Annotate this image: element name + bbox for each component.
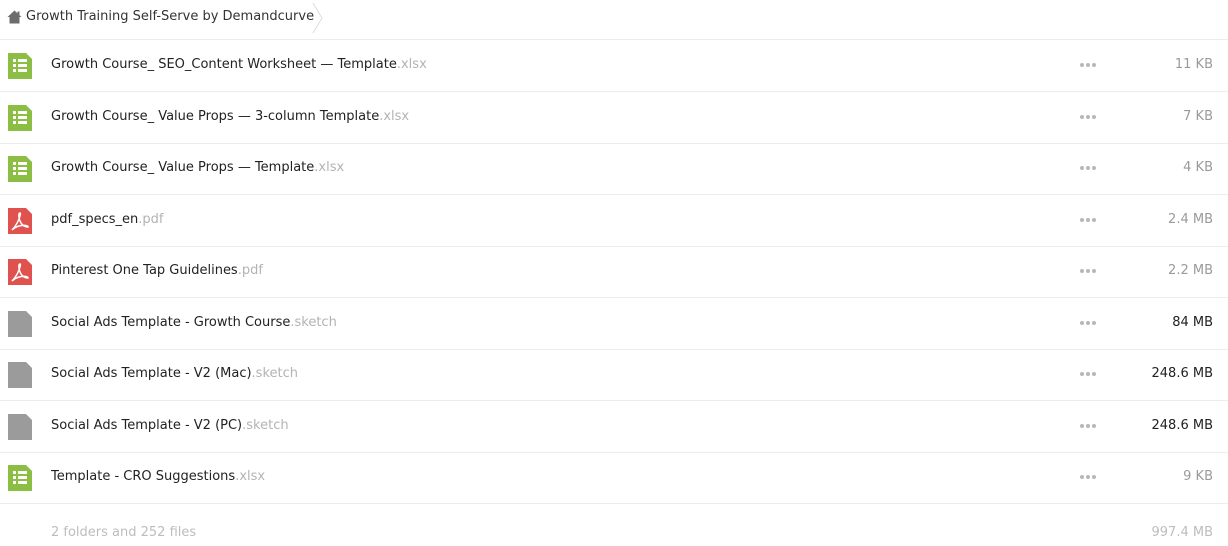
breadcrumb-bar: Growth Training Self-Serve by Demandcurv… <box>0 0 1228 40</box>
file-row[interactable]: Pinterest One Tap Guidelines.pdf 2.2 MB <box>0 246 1228 298</box>
spreadsheet-file-icon <box>8 104 32 131</box>
file-size: 11 KB <box>1174 57 1213 72</box>
file-basename: Pinterest One Tap Guidelines <box>51 263 238 278</box>
more-options-button[interactable] <box>1080 213 1096 227</box>
file-name[interactable]: Social Ads Template - V2 (PC).sketch <box>51 418 289 433</box>
more-options-button[interactable] <box>1080 110 1096 124</box>
file-basename: Growth Course_ Value Props — 3-column Te… <box>51 108 380 124</box>
more-options-button[interactable] <box>1080 470 1096 484</box>
more-options-button[interactable] <box>1080 419 1096 433</box>
breadcrumb-folder-name: Growth Training Self-Serve by Demandcurv… <box>26 9 315 24</box>
file-row[interactable]: Growth Course_ SEO_Content Worksheet — T… <box>0 40 1228 92</box>
generic-file-icon <box>8 310 32 337</box>
file-row[interactable]: Social Ads Template - V2 (Mac).sketch 24… <box>0 349 1228 401</box>
file-size: 248.6 MB <box>1151 417 1213 433</box>
file-extension: .xlsx <box>379 108 410 124</box>
file-basename: pdf_specs_en <box>51 211 139 227</box>
folder-summary: 2 folders and 252 files 997.4 MB <box>0 503 1228 546</box>
file-row[interactable]: Growth Course_ Value Props — 3-column Te… <box>0 92 1228 144</box>
spreadsheet-file-icon <box>8 53 32 79</box>
more-options-button[interactable] <box>1080 316 1096 330</box>
file-count: 2 folders and 252 files <box>51 525 197 540</box>
file-name[interactable]: Growth Course_ SEO_Content Worksheet — T… <box>51 57 427 72</box>
file-name[interactable]: pdf_specs_en.pdf <box>51 212 163 227</box>
file-row[interactable]: pdf_specs_en.pdf 2.4 MB <box>0 195 1228 247</box>
file-extension: .sketch <box>251 366 298 381</box>
file-name[interactable]: Social Ads Template - Growth Course.sket… <box>51 315 337 330</box>
pdf-file-icon <box>8 207 32 234</box>
file-size: 2.2 MB <box>1168 263 1213 278</box>
file-row[interactable]: Social Ads Template - V2 (PC).sketch 248… <box>0 401 1228 453</box>
file-size: 4 KB <box>1183 160 1213 175</box>
chevron-right-icon <box>312 2 323 34</box>
file-extension: .pdf <box>138 211 164 227</box>
generic-file-icon <box>8 413 32 440</box>
file-basename: Social Ads Template - V2 (PC) <box>51 417 243 433</box>
file-name[interactable]: Social Ads Template - V2 (Mac).sketch <box>51 366 298 381</box>
file-basename: Template - CRO Suggestions <box>51 469 236 484</box>
file-extension: .xlsx <box>235 469 266 484</box>
file-extension: .pdf <box>237 263 263 278</box>
more-options-button[interactable] <box>1080 264 1096 278</box>
file-extension: .sketch <box>242 417 289 433</box>
file-basename: Social Ads Template - Growth Course <box>51 314 291 330</box>
more-options-button[interactable] <box>1080 367 1096 381</box>
more-options-button[interactable] <box>1080 58 1096 72</box>
spreadsheet-file-icon <box>8 156 32 182</box>
file-size: 248.6 MB <box>1151 366 1213 381</box>
total-size: 997.4 MB <box>1151 525 1213 540</box>
file-name[interactable]: Template - CRO Suggestions.xlsx <box>51 469 265 484</box>
file-extension: .xlsx <box>396 57 427 72</box>
file-basename: Growth Course_ Value Props — Template <box>51 160 315 175</box>
home-icon <box>7 10 22 23</box>
spreadsheet-file-icon <box>8 465 32 491</box>
file-basename: Growth Course_ SEO_Content Worksheet — T… <box>51 57 397 72</box>
breadcrumb-item-current-folder[interactable]: Growth Training Self-Serve by Demandcurv… <box>7 9 314 24</box>
file-name[interactable]: Pinterest One Tap Guidelines.pdf <box>51 263 263 278</box>
file-extension: .xlsx <box>314 160 345 175</box>
file-size: 84 MB <box>1172 314 1213 330</box>
file-name[interactable]: Growth Course_ Value Props — 3-column Te… <box>51 109 409 124</box>
file-row[interactable]: Template - CRO Suggestions.xlsx 9 KB <box>0 452 1228 504</box>
file-name[interactable]: Growth Course_ Value Props — Template.xl… <box>51 160 344 175</box>
file-size: 9 KB <box>1183 469 1213 484</box>
file-row[interactable]: Social Ads Template - Growth Course.sket… <box>0 298 1228 350</box>
more-options-button[interactable] <box>1080 161 1096 175</box>
pdf-file-icon <box>8 259 32 285</box>
file-size: 7 KB <box>1183 108 1213 124</box>
file-extension: .sketch <box>290 314 337 330</box>
file-basename: Social Ads Template - V2 (Mac) <box>51 366 252 381</box>
file-row[interactable]: Growth Course_ Value Props — Template.xl… <box>0 143 1228 195</box>
generic-file-icon <box>8 362 32 388</box>
file-size: 2.4 MB <box>1168 211 1213 227</box>
